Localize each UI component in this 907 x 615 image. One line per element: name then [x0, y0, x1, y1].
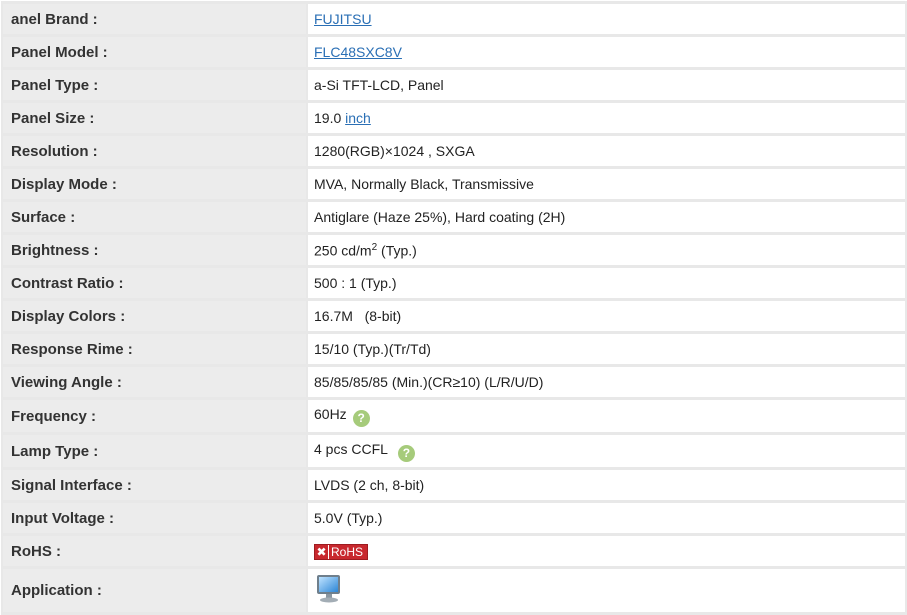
table-row: Brightness : 250 cd/m2 (Typ.) — [3, 235, 905, 265]
row-label: Contrast Ratio : — [3, 268, 306, 298]
table-row: Panel Type : a-Si TFT-LCD, Panel — [3, 70, 905, 100]
row-label: anel Brand : — [3, 4, 306, 34]
row-value: Antiglare (Haze 25%), Hard coating (2H) — [308, 202, 905, 232]
row-label: Lamp Type : — [3, 435, 306, 467]
row-label: Application : — [3, 569, 306, 612]
row-value: 5.0V (Typ.) — [308, 503, 905, 533]
table-row: Resolution : 1280(RGB)×1024 , SXGA — [3, 136, 905, 166]
row-label: Panel Size : — [3, 103, 306, 133]
row-label: Frequency : — [3, 400, 306, 432]
row-value: 60Hz — [314, 405, 347, 422]
table-row: Display Mode : MVA, Normally Black, Tran… — [3, 169, 905, 199]
row-value: MVA, Normally Black, Transmissive — [308, 169, 905, 199]
table-row: Application : — [3, 569, 905, 612]
table-row: Contrast Ratio : 500 : 1 (Typ.) — [3, 268, 905, 298]
row-label: Viewing Angle : — [3, 367, 306, 397]
row-value-suffix: (Typ.) — [377, 242, 417, 259]
table-row: Viewing Angle : 85/85/85/85 (Min.)(CR≥10… — [3, 367, 905, 397]
model-link[interactable]: FLC48SXC8V — [314, 44, 402, 60]
row-value: 1280(RGB)×1024 , SXGA — [308, 136, 905, 166]
row-label: Display Colors : — [3, 301, 306, 331]
table-row: Lamp Type : 4 pcs CCFL? — [3, 435, 905, 467]
row-label: Input Voltage : — [3, 503, 306, 533]
rohs-badge-text: RoHS — [331, 544, 364, 559]
row-value: 250 cd/m — [314, 242, 372, 259]
table-row: Signal Interface : LVDS (2 ch, 8-bit) — [3, 470, 905, 500]
row-value: 16.7M (8-bit) — [308, 301, 905, 331]
help-icon[interactable]: ? — [397, 444, 415, 462]
table-row: Panel Model : FLC48SXC8V — [3, 37, 905, 67]
spec-table: anel Brand : FUJITSU Panel Model : FLC48… — [1, 1, 907, 615]
row-label: Surface : — [3, 202, 306, 232]
inch-link[interactable]: inch — [345, 110, 371, 126]
cross-icon: ✖ — [315, 544, 329, 559]
row-value: 85/85/85/85 (Min.)(CR≥10) (L/R/U/D) — [308, 367, 905, 397]
row-value: 19.0 — [314, 110, 342, 126]
monitor-icon — [317, 575, 340, 603]
row-label: Response Rime : — [3, 334, 306, 364]
table-row: Surface : Antiglare (Haze 25%), Hard coa… — [3, 202, 905, 232]
table-row: Input Voltage : 5.0V (Typ.) — [3, 503, 905, 533]
row-label: Display Mode : — [3, 169, 306, 199]
row-value: 500 : 1 (Typ.) — [308, 268, 905, 298]
rohs-badge: ✖ RoHS — [314, 543, 369, 560]
table-row: anel Brand : FUJITSU — [3, 4, 905, 34]
row-label: Brightness : — [3, 235, 306, 265]
table-row: RoHS : ✖ RoHS — [3, 536, 905, 566]
row-label: Signal Interface : — [3, 470, 306, 500]
row-label: RoHS : — [3, 536, 306, 566]
row-value: a-Si TFT-LCD, Panel — [308, 70, 905, 100]
row-label: Panel Type : — [3, 70, 306, 100]
table-row: Display Colors : 16.7M (8-bit) — [3, 301, 905, 331]
row-label: Resolution : — [3, 136, 306, 166]
help-icon[interactable]: ? — [352, 409, 370, 427]
table-row: Response Rime : 15/10 (Typ.)(Tr/Td) — [3, 334, 905, 364]
row-value: 4 pcs CCFL — [314, 440, 388, 457]
row-value: LVDS (2 ch, 8-bit) — [308, 470, 905, 500]
table-row: Panel Size : 19.0 inch — [3, 103, 905, 133]
row-value: 15/10 (Typ.)(Tr/Td) — [308, 334, 905, 364]
row-label: Panel Model : — [3, 37, 306, 67]
brand-link[interactable]: FUJITSU — [314, 11, 372, 27]
table-row: Frequency : 60Hz? — [3, 400, 905, 432]
